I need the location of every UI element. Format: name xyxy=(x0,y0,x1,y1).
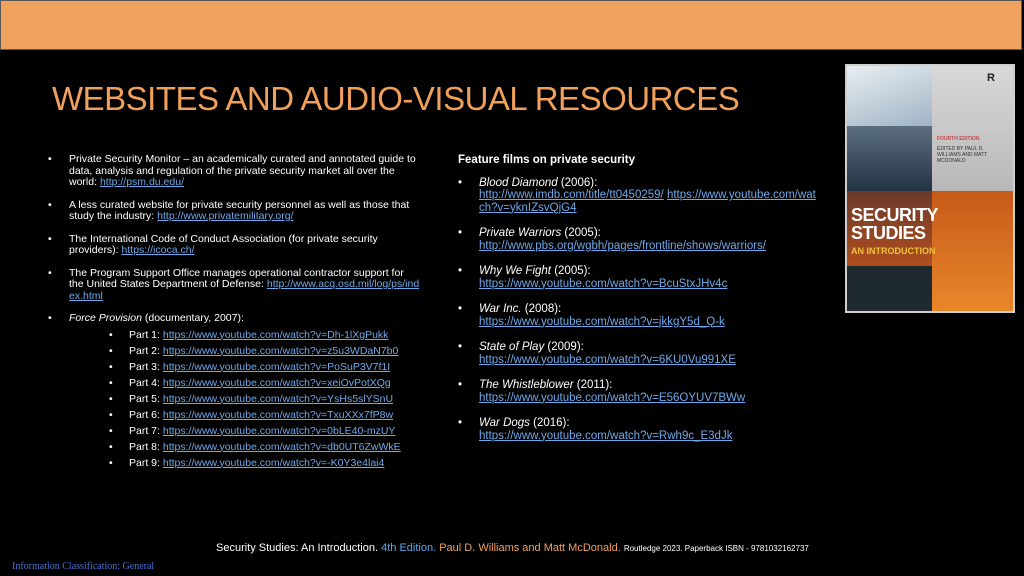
film-title: War Inc. xyxy=(479,303,522,315)
part-link[interactable]: https://www.youtube.com/watch?v=TxuXXx7f… xyxy=(163,409,393,421)
classification-label: Information Classification: General xyxy=(12,561,155,572)
part-item: Part 1: https://www.youtube.com/watch?v=… xyxy=(69,328,420,342)
cover-photo-fire xyxy=(932,191,1013,311)
part-link[interactable]: https://www.youtube.com/watch?v=YsHs5slY… xyxy=(163,393,393,405)
part-link[interactable]: https://www.youtube.com/watch?v=-K0Y3e4l… xyxy=(163,457,385,469)
film-item: State of Play (2009):https://www.youtube… xyxy=(458,341,818,366)
resource-item: The International Code of Conduct Associ… xyxy=(48,232,420,257)
part-item: Part 4: https://www.youtube.com/watch?v=… xyxy=(69,376,420,390)
film-link[interactable]: http://www.imdb.com/title/tt0450259/ xyxy=(479,189,664,201)
film-item: Private Warriors (2005):http://www.pbs.o… xyxy=(458,227,818,252)
footer-publisher: Routledge 2023. Paperback ISBN - 9781032… xyxy=(623,544,809,553)
resource-link[interactable]: https://icoca.ch/ xyxy=(122,244,195,256)
part-item: Part 7: https://www.youtube.com/watch?v=… xyxy=(69,424,420,438)
films-heading: Feature films on private security xyxy=(458,154,636,166)
cover-photo-bottom xyxy=(847,266,932,311)
part-label: Part 3: xyxy=(129,360,163,373)
part-item: Part 5: https://www.youtube.com/watch?v=… xyxy=(69,392,420,406)
part-link[interactable]: https://www.youtube.com/watch?v=0bLE40-m… xyxy=(163,425,396,437)
film-year: (2006): xyxy=(557,176,598,189)
film-title: The Whistleblower xyxy=(479,379,574,391)
part-item: Part 2: https://www.youtube.com/watch?v=… xyxy=(69,344,420,358)
footer-authors: Paul D. Williams and Matt McDonald. xyxy=(439,542,624,554)
film-link[interactable]: https://www.youtube.com/watch?v=jkkgY5d_… xyxy=(479,316,725,328)
film-title: Private Warriors xyxy=(479,227,562,239)
footer-book-title: Security Studies: An Introduction. xyxy=(216,542,382,554)
part-link[interactable]: https://www.youtube.com/watch?v=xeiOvPot… xyxy=(163,377,391,389)
slide-title: WEBSITES AND AUDIO-VISUAL RESOURCES xyxy=(52,80,740,117)
book-subtitle: AN INTRODUCTION xyxy=(851,246,936,256)
resource-item: The Program Support Office manages opera… xyxy=(48,267,420,303)
part-link[interactable]: https://www.youtube.com/watch?v=Dh-1lXgP… xyxy=(163,329,389,341)
film-item: Why We Fight (2005):https://www.youtube.… xyxy=(458,265,818,290)
documentary-title: Force Provision xyxy=(69,312,142,324)
part-label: Part 9: xyxy=(129,456,163,469)
cover-editors-panel xyxy=(932,66,1013,191)
part-label: Part 2: xyxy=(129,344,163,357)
part-item: Part 3: https://www.youtube.com/watch?v=… xyxy=(69,360,420,374)
book-title-line-2: STUDIES xyxy=(851,223,926,243)
film-link[interactable]: https://www.youtube.com/watch?v=Rwh9c_E3… xyxy=(479,430,732,442)
force-provision-item: Force Provision (documentary, 2007): Par… xyxy=(48,312,420,470)
top-banner xyxy=(0,0,1022,50)
film-year: (2011): xyxy=(573,379,613,391)
part-label: Part 4: xyxy=(129,376,163,389)
publisher-logo: R xyxy=(987,72,995,84)
film-year: (2005): xyxy=(561,227,601,239)
part-item: Part 9: https://www.youtube.com/watch?v=… xyxy=(69,456,420,470)
part-label: Part 1: xyxy=(129,328,163,341)
film-link[interactable]: http://www.pbs.org/wgbh/pages/frontline/… xyxy=(479,240,766,252)
film-item: War Dogs (2016):https://www.youtube.com/… xyxy=(458,417,818,442)
left-column: Private Security Monitor – an academical… xyxy=(48,153,420,480)
part-label: Part 6: xyxy=(129,408,163,421)
resource-item: A less curated website for private secur… xyxy=(48,199,420,223)
film-item: The Whistleblower (2011):https://www.you… xyxy=(458,379,818,404)
footer-edition: 4th Edition. xyxy=(381,542,440,554)
book-cover-image: R FOURTH EDITION EDITED BY PAUL D. WILLI… xyxy=(845,64,1015,313)
film-year: (2009): xyxy=(544,341,584,353)
book-editors: EDITED BY PAUL D. WILLIAMS AND MATT MCDO… xyxy=(937,146,988,164)
book-edition: FOURTH EDITION xyxy=(937,136,980,142)
book-title: SECURITY STUDIES xyxy=(851,205,939,243)
part-link[interactable]: https://www.youtube.com/watch?v=z5u3WDaN… xyxy=(163,345,399,357)
film-link[interactable]: https://www.youtube.com/watch?v=BcuStxJH… xyxy=(479,278,727,290)
film-item: Blood Diamond (2006):http://www.imdb.com… xyxy=(458,177,818,215)
part-link[interactable]: https://www.youtube.com/watch?v=PoSuP3V7… xyxy=(163,361,390,373)
part-label: Part 7: xyxy=(129,424,163,437)
film-title: Why We Fight xyxy=(479,265,551,277)
film-title: Blood Diamond xyxy=(479,176,558,189)
cover-photo-masked-person xyxy=(847,66,932,126)
documentary-meta: (documentary, 2007): xyxy=(141,312,244,324)
part-item: Part 8: https://www.youtube.com/watch?v=… xyxy=(69,440,420,454)
part-label: Part 5: xyxy=(129,392,163,405)
film-year: (2005): xyxy=(551,265,591,277)
resource-link[interactable]: http://psm.du.edu/ xyxy=(100,176,184,188)
right-column: Feature films on private security Blood … xyxy=(458,154,818,455)
film-link[interactable]: https://www.youtube.com/watch?v=6KU0Vu99… xyxy=(479,354,736,366)
resource-link[interactable]: http://www.privatemilitary.org/ xyxy=(157,210,293,222)
film-title: War Dogs xyxy=(479,417,530,429)
resource-item: Private Security Monitor – an academical… xyxy=(48,153,420,189)
resource-text: The International Code of Conduct Associ… xyxy=(69,232,378,256)
film-link[interactable]: https://www.youtube.com/watch?v=E56OYUV7… xyxy=(479,392,745,404)
book-title-line-1: SECURITY xyxy=(851,205,939,225)
cover-photo-meeting xyxy=(847,126,932,191)
film-year: (2008): xyxy=(521,303,562,315)
film-title: State of Play xyxy=(479,341,545,353)
part-link[interactable]: https://www.youtube.com/watch?v=db0UT6Zw… xyxy=(163,441,401,453)
film-year: (2016): xyxy=(529,417,570,429)
part-item: Part 6: https://www.youtube.com/watch?v=… xyxy=(69,408,420,422)
part-label: Part 8: xyxy=(129,440,163,453)
citation-footer: Security Studies: An Introduction. 4th E… xyxy=(216,542,809,554)
film-item: War Inc. (2008):https://www.youtube.com/… xyxy=(458,303,818,328)
